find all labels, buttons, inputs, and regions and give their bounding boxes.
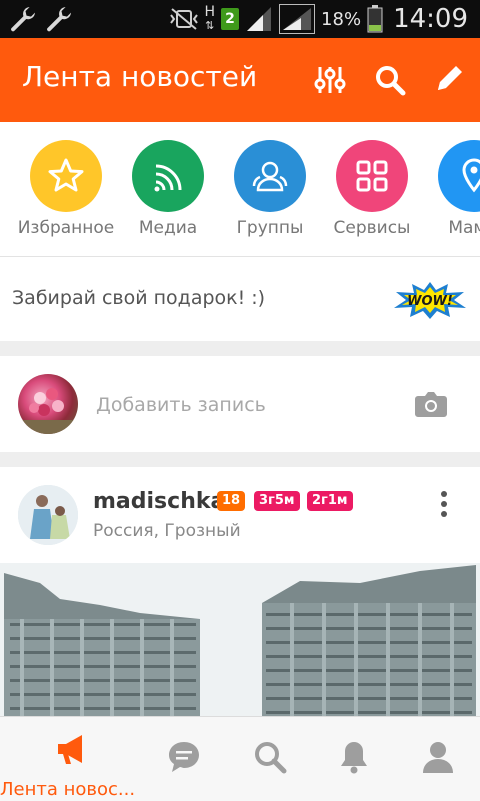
groups-icon [234,140,306,212]
post-location: Россия, Грозный [93,521,241,541]
nav-feed[interactable]: Лента новос... [0,729,140,800]
app-header: Лента новостей [0,38,480,122]
search-icon[interactable] [372,62,408,98]
post-author-name[interactable]: madischka [93,489,225,514]
services-grid-icon [336,140,408,212]
category-label: Избранное [17,218,115,238]
category-services[interactable]: Сервисы [322,140,422,238]
star-icon [30,140,102,212]
edit-pencil-icon[interactable] [432,62,468,98]
notifications-bell-icon[interactable] [336,739,372,775]
child-age-badge: 2г1м [307,491,353,511]
bottom-navigation: Лента новос... [0,716,480,801]
category-label: Мамы [448,218,480,238]
author-avatar[interactable] [18,485,78,545]
avatar[interactable] [18,374,78,434]
add-post-bar[interactable]: Добавить запись [0,356,480,452]
profile-icon[interactable] [420,739,456,775]
add-post-input[interactable]: Добавить запись [96,394,266,416]
location-pin-icon [438,140,480,212]
category-favorites[interactable]: Избранное [16,140,116,238]
battery-percent: 18% [321,8,362,30]
category-shortcuts: Избранное Медиа Группы Сервисы Мамы [0,122,480,257]
age-badge: 18 [217,491,246,511]
category-media[interactable]: Медиа [118,140,218,238]
clock: 14:09 [393,4,468,34]
sticker-text: WOW! [407,294,453,309]
network-type-indicator: H ⇅ [204,4,216,32]
nav-feed-label: Лента новос... [0,779,136,800]
category-label: Группы [236,218,304,238]
media-feed-icon [132,140,204,212]
category-groups[interactable]: Группы [220,140,320,238]
status-bar: H ⇅ 2 18% 14:09 [0,0,480,38]
search-icon[interactable] [252,739,288,775]
gift-text: Забирай свой подарок! :) [12,287,266,309]
signal-strength-icon [279,4,316,34]
messages-icon[interactable] [166,739,202,775]
category-label: Сервисы [333,218,411,238]
signal-strength-icon [247,7,272,31]
child-age-badge: 3г5м [254,491,300,511]
camera-icon[interactable] [414,390,448,418]
feed-post: madischka 18 3г5м 2г1м Россия, Грозный [0,467,480,727]
wrench-icon [11,7,35,32]
battery-icon [367,5,383,33]
filter-sliders-icon[interactable] [312,62,348,98]
wrench-icon [47,7,71,32]
category-label: Медиа [138,218,198,238]
category-moms[interactable]: Мамы [424,140,480,238]
page-title: Лента новостей [22,60,258,93]
post-photo[interactable] [0,563,480,727]
wow-sticker[interactable]: WOW! [392,280,468,320]
vibrate-mute-icon [169,8,198,30]
sim-indicator: 2 [221,8,240,30]
more-options-icon[interactable] [438,489,450,519]
megaphone-icon [58,735,82,764]
